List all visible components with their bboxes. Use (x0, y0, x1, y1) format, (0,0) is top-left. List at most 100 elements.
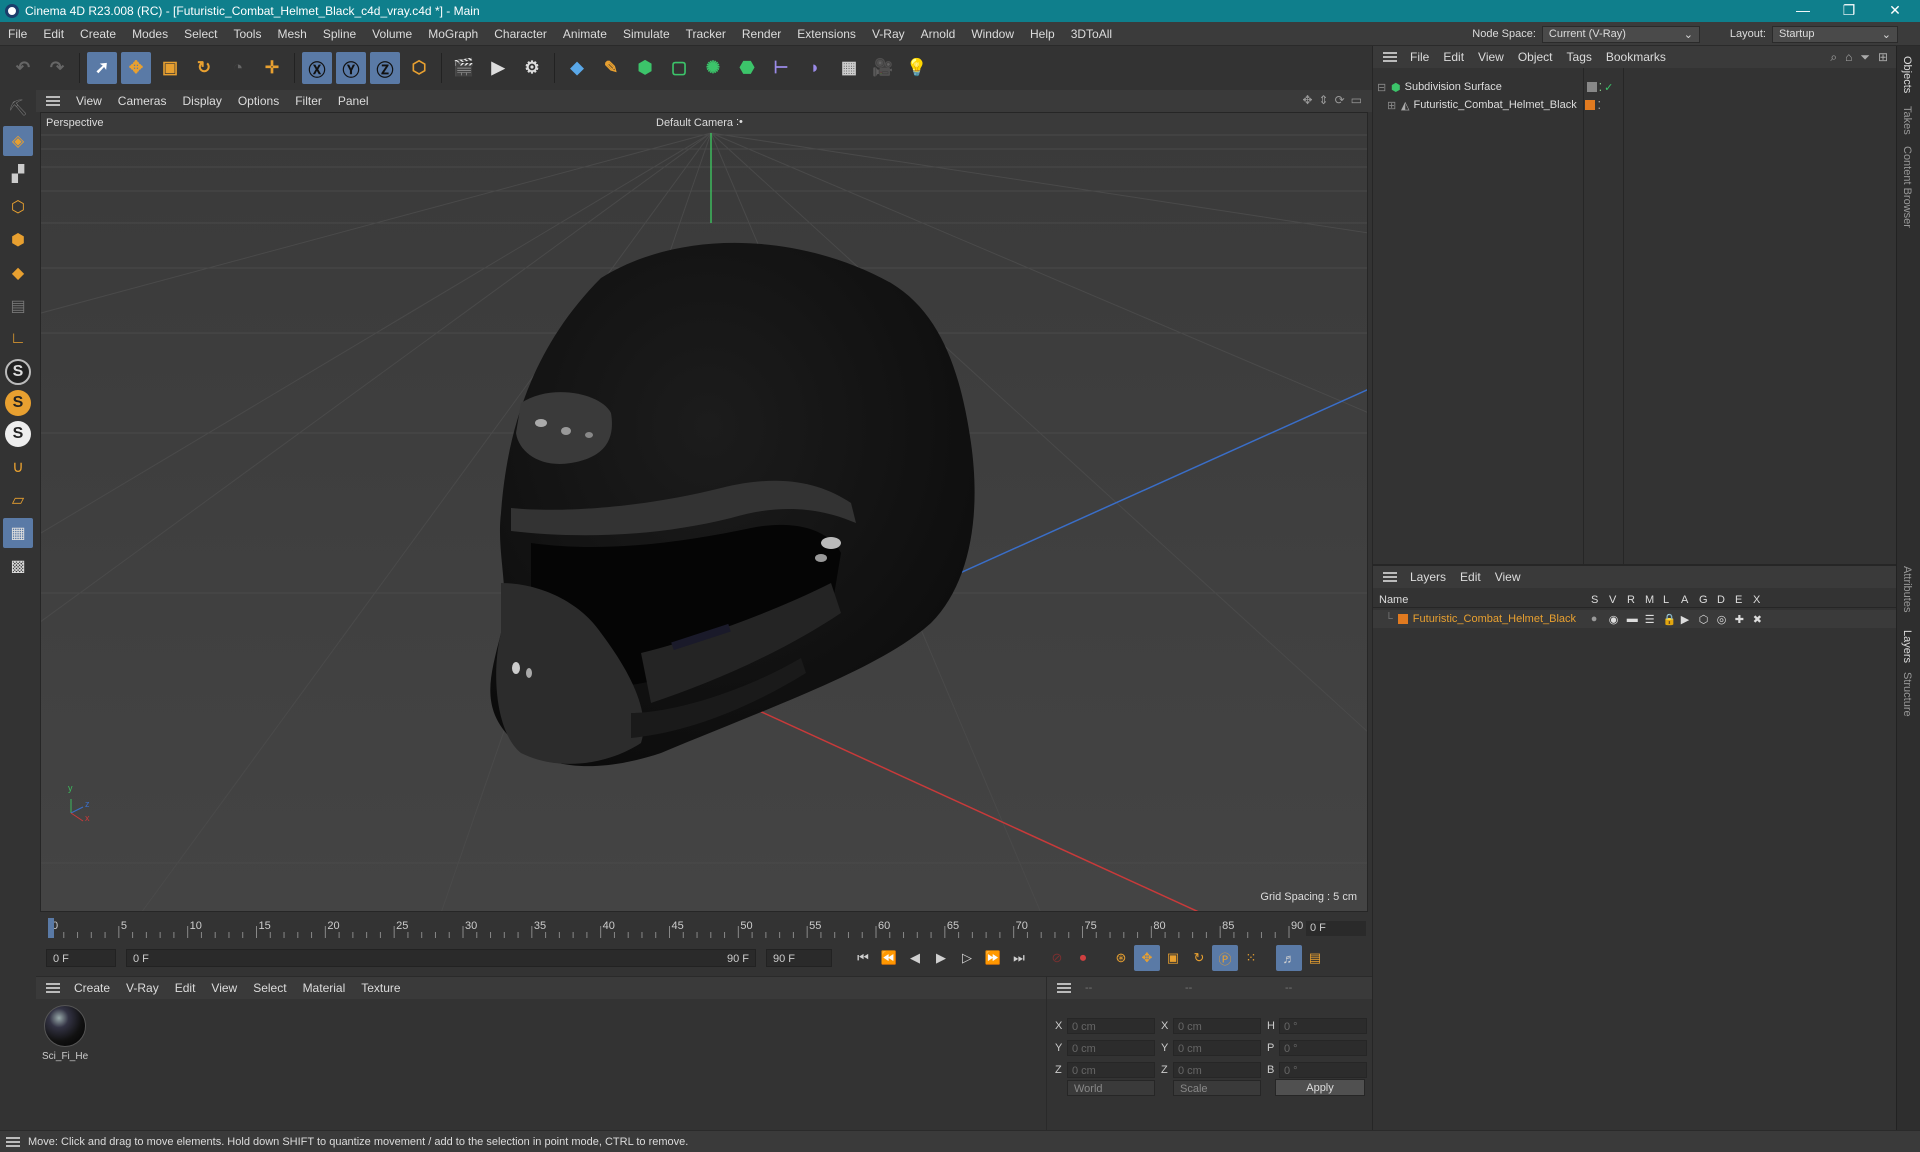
autokeying-icon[interactable]: ⏺ (1070, 945, 1096, 971)
x-axis-lock-icon[interactable]: Ⓧ (302, 52, 332, 84)
viewport-menu-display[interactable]: Display (174, 94, 229, 108)
axis-mode-icon[interactable]: ∟ (3, 324, 33, 354)
size-x-field[interactable]: 0 cm (1173, 1018, 1261, 1034)
pos-z-field[interactable]: 0 cm (1067, 1062, 1155, 1078)
menu-select[interactable]: Select (176, 27, 225, 41)
layer-color-swatch[interactable] (1397, 614, 1408, 624)
object-hamburger-icon[interactable] (1383, 52, 1397, 62)
floor-grid-icon[interactable]: ▦ (834, 52, 864, 84)
menu-tracker[interactable]: Tracker (678, 27, 734, 41)
maximize-view-icon[interactable]: ▭ (1351, 93, 1362, 107)
start-frame-field[interactable]: 0 F (46, 949, 116, 967)
object-menu-object[interactable]: Object (1511, 50, 1560, 64)
z-axis-lock-icon[interactable]: Ⓩ (370, 52, 400, 84)
subdivision-generator-icon[interactable]: ⬢ (630, 52, 660, 84)
edges-mode-icon[interactable]: ⬢ (3, 225, 33, 255)
animation-icon[interactable]: ▶ (1681, 613, 1699, 626)
material-menu-texture[interactable]: Texture (353, 981, 408, 995)
menu-spline[interactable]: Spline (315, 27, 364, 41)
render-icon[interactable]: ▬ (1627, 613, 1645, 625)
xref-icon[interactable]: ✖ (1753, 613, 1771, 626)
material-menu-vray[interactable]: V-Ray (118, 981, 167, 995)
object-row-helmet[interactable]: ⊞ ◭ Futuristic_Combat_Helmet_Black ⁚ (1387, 96, 1897, 114)
menu-modes[interactable]: Modes (124, 27, 176, 41)
menu-character[interactable]: Character (486, 27, 555, 41)
viewport-menu-view[interactable]: View (68, 94, 110, 108)
go-to-end-icon[interactable]: ⏭ (1006, 945, 1032, 971)
3d-viewport[interactable]: Perspective Default Camera :• Grid Spaci… (40, 112, 1368, 912)
solo-icon[interactable]: ● (1591, 613, 1609, 625)
viewport-menu-options[interactable]: Options (230, 94, 287, 108)
timeline-window-icon[interactable]: ▤ (1302, 945, 1328, 971)
menu-mesh[interactable]: Mesh (269, 27, 314, 41)
node-space-dropdown[interactable]: Current (V-Ray) ⌄ (1541, 25, 1700, 43)
material-hamburger-icon[interactable] (46, 983, 60, 993)
menu-file[interactable]: File (0, 27, 35, 41)
field-icon[interactable]: ◗ (800, 52, 830, 84)
size-z-field[interactable]: 0 cm (1173, 1062, 1261, 1078)
menu-help[interactable]: Help (1022, 27, 1063, 41)
minimize-button[interactable]: — (1780, 0, 1826, 22)
material-menu-material[interactable]: Material (295, 981, 354, 995)
array-generator-icon[interactable]: ▢ (664, 52, 694, 84)
menu-vray[interactable]: V-Ray (864, 27, 913, 41)
eye-icon[interactable]: ◉ (1609, 613, 1627, 626)
search-icon[interactable]: ⌕ (1830, 50, 1837, 65)
pos-x-field[interactable]: 0 cm (1067, 1018, 1155, 1034)
pos-y-field[interactable]: 0 cm (1067, 1040, 1155, 1056)
viewport-menu-panel[interactable]: Panel (330, 94, 377, 108)
timeline-ruler[interactable]: 0 5 10 15 20 25 30 35 40 45 50 55 60 65 70 75 80 85 90 0 F (36, 912, 1372, 942)
workplane-snap-icon[interactable]: S (5, 421, 31, 447)
next-frame-icon[interactable]: ▷ (954, 945, 980, 971)
redo-icon[interactable]: ↷ (42, 52, 72, 84)
previous-key-icon[interactable]: ⏪ (876, 945, 902, 971)
expressions-icon[interactable]: ✚ (1735, 613, 1753, 626)
rot-h-field[interactable]: 0 ° (1279, 1018, 1367, 1034)
material-menu-select[interactable]: Select (245, 981, 294, 995)
playhead[interactable] (48, 918, 54, 938)
manager-icon[interactable]: ☰ (1645, 613, 1663, 626)
visible-dots-icon[interactable]: ⁚ (1599, 81, 1603, 94)
recent-tool-icon[interactable]: ◔ (223, 52, 253, 84)
menu-volume[interactable]: Volume (364, 27, 420, 41)
layers-menu-edit[interactable]: Edit (1453, 570, 1488, 584)
generators-icon[interactable]: ⬡ (1699, 613, 1717, 626)
size-mode-dropdown[interactable]: Scale (1173, 1080, 1261, 1096)
menu-render[interactable]: Render (734, 27, 789, 41)
coordinate-system-dropdown[interactable]: World (1067, 1080, 1155, 1096)
menu-create[interactable]: Create (72, 27, 124, 41)
render-settings-icon[interactable]: ⚙ (517, 52, 547, 84)
object-menu-file[interactable]: File (1403, 50, 1436, 64)
frame-range-slider[interactable]: 0 F 90 F (126, 949, 756, 967)
workplane-icon[interactable]: ▱ (3, 485, 33, 515)
coordinates-hamburger-icon[interactable] (1057, 983, 1071, 993)
material-menu-create[interactable]: Create (66, 981, 118, 995)
rotate-tool-icon[interactable]: ↻ (189, 52, 219, 84)
render-picture-viewer-icon[interactable]: ▶ (483, 52, 513, 84)
camera-lock-icon[interactable]: :• (736, 116, 743, 128)
close-button[interactable]: ✕ (1872, 0, 1918, 22)
points-mode-icon[interactable]: ⬡ (3, 192, 33, 222)
rot-p-field[interactable]: 0 ° (1279, 1040, 1367, 1056)
grid-workplane-icon[interactable]: ▦ (3, 518, 33, 548)
locked-workplane-icon[interactable]: ▩ (3, 551, 33, 581)
snap-settings-icon[interactable]: S (5, 390, 31, 416)
current-frame-field[interactable]: 0 F (1306, 921, 1366, 936)
go-to-start-icon[interactable]: ⏮ (850, 945, 876, 971)
size-y-field[interactable]: 0 cm (1173, 1040, 1261, 1056)
layers-menu-view[interactable]: View (1488, 570, 1528, 584)
material-swatch[interactable]: Sci_Fi_He (42, 1005, 88, 1062)
menu-extensions[interactable]: Extensions (789, 27, 864, 41)
restore-button[interactable]: ❐ (1826, 0, 1872, 22)
polygons-mode-icon[interactable]: ◆ (3, 258, 33, 288)
record-keys-icon[interactable]: ⊘ (1044, 945, 1070, 971)
menu-animate[interactable]: Animate (555, 27, 615, 41)
scale-key-icon[interactable]: ▣ (1160, 945, 1186, 971)
rotation-key-icon[interactable]: ↻ (1186, 945, 1212, 971)
collapse-icon[interactable]: ⊟ (1377, 81, 1387, 94)
viewport-menu-cameras[interactable]: Cameras (110, 94, 175, 108)
menu-tools[interactable]: Tools (225, 27, 269, 41)
deformer-icon[interactable]: ⊢ (766, 52, 796, 84)
filter-icon[interactable]: ⏷ (1860, 50, 1870, 65)
mograph-cloner-icon[interactable]: ✺ (698, 52, 728, 84)
